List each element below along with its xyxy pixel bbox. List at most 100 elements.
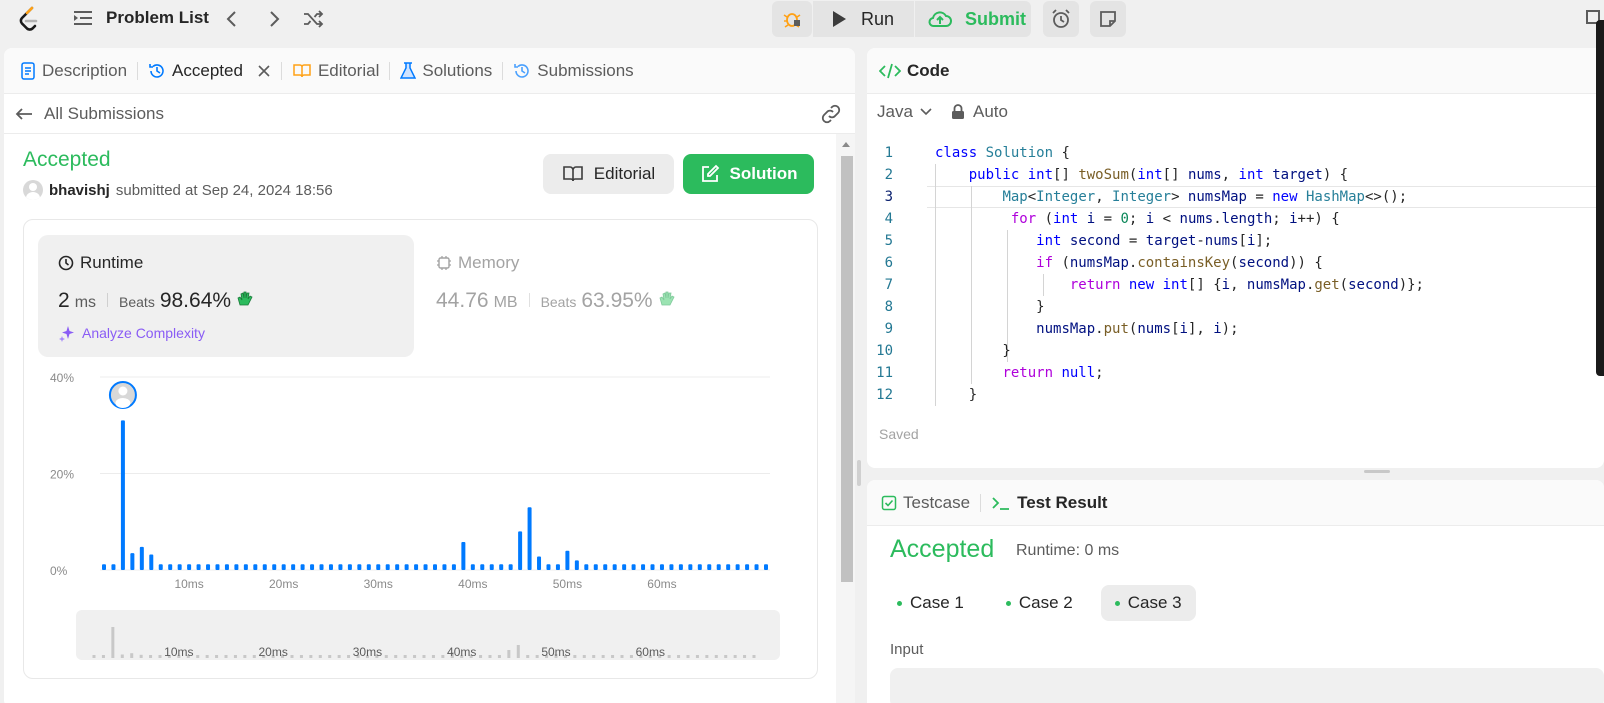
line-number: 5 xyxy=(884,233,893,249)
leetcode-logo[interactable] xyxy=(18,6,40,32)
chart-bar xyxy=(215,564,220,570)
line-number: 8 xyxy=(884,299,893,315)
memory-beats-label: Beats xyxy=(540,294,577,310)
editorial-button[interactable]: Editorial xyxy=(543,154,674,194)
lock-icon xyxy=(952,104,964,119)
clap-icon xyxy=(237,291,253,306)
problem-list-button[interactable]: Problem List xyxy=(72,8,209,28)
line-number: 2 xyxy=(884,167,893,183)
chart-bar xyxy=(631,564,636,570)
submission-status: Accepted xyxy=(23,148,111,171)
panel-resize-handle[interactable] xyxy=(1364,470,1390,473)
submit-button[interactable]: Submit xyxy=(915,1,1031,37)
navigator-bar xyxy=(516,645,520,658)
analyze-complexity-button[interactable]: Analyze Complexity xyxy=(58,324,205,342)
memory-box[interactable]: Memory 44.76 MB Beats 63.95% xyxy=(436,235,806,357)
chart-bar xyxy=(423,564,428,570)
code-line[interactable]: class Solution { xyxy=(935,142,1070,164)
close-icon[interactable] xyxy=(257,64,271,78)
prev-problem-button[interactable] xyxy=(225,9,239,29)
clock-icon xyxy=(58,255,74,271)
navigator-bar xyxy=(394,655,398,658)
code-line[interactable]: for (int i = 0; i < nums.length; i++) { xyxy=(935,208,1340,230)
input-box[interactable] xyxy=(890,668,1604,703)
chart-bar xyxy=(224,564,229,570)
tab-accepted[interactable]: Accepted xyxy=(138,48,281,94)
scrollbar-thumb[interactable] xyxy=(841,156,853,582)
tab-submissions[interactable]: Submissions xyxy=(503,48,643,94)
solution-button-label: Solution xyxy=(729,164,798,183)
code-line[interactable]: } xyxy=(935,296,1044,318)
next-problem-button[interactable] xyxy=(267,9,281,29)
chart-bar xyxy=(319,564,324,570)
run-button[interactable]: Run xyxy=(813,1,914,37)
chart-bar xyxy=(678,564,683,570)
code-line[interactable]: numsMap.put(nums[i], i); xyxy=(935,318,1238,340)
chart-bar xyxy=(357,564,362,570)
avatar-head xyxy=(118,386,128,396)
code-line[interactable]: public int[] twoSum(int[] nums, int targ… xyxy=(935,164,1348,186)
note-button[interactable] xyxy=(1090,1,1126,37)
tab-description[interactable]: Description xyxy=(10,48,137,94)
y-tick-label: 40% xyxy=(50,371,74,385)
code-line[interactable]: } xyxy=(935,340,1010,362)
solution-button[interactable]: Solution xyxy=(683,154,814,194)
navigator-bar xyxy=(705,655,709,658)
navigator-bar xyxy=(431,655,435,658)
case-1-button[interactable]: Case 1 xyxy=(883,585,978,621)
all-submissions-link[interactable]: All Submissions xyxy=(14,104,164,124)
random-problem-button[interactable] xyxy=(302,8,324,30)
avatar[interactable] xyxy=(23,180,43,200)
navigator-bar xyxy=(695,655,699,658)
debug-button[interactable] xyxy=(772,1,812,37)
chart-bar xyxy=(243,564,248,570)
line-number: 7 xyxy=(884,277,893,293)
submitter-info: bhavishj submitted at Sep 24, 2024 18:56 xyxy=(23,180,333,200)
chevron-right-icon xyxy=(270,11,280,27)
code-editor[interactable]: 1 2 3 4 5 6 7 8 9 10 11 12 class Solutio… xyxy=(867,142,1604,412)
code-line[interactable]: Map<Integer, Integer> numsMap = new Hash… xyxy=(935,186,1407,208)
chart-bar xyxy=(385,564,390,570)
timer-button[interactable] xyxy=(1043,1,1079,37)
navigator-bar xyxy=(677,655,681,658)
language-select[interactable]: Java xyxy=(877,102,933,122)
chart-bar xyxy=(622,564,627,570)
code-line[interactable]: } xyxy=(935,384,977,406)
user-position-marker[interactable] xyxy=(108,381,137,409)
auto-mode[interactable]: Auto xyxy=(951,102,1008,122)
navigator-bar xyxy=(215,655,219,658)
code-line[interactable]: int second = target-nums[i]; xyxy=(935,230,1272,252)
code-line[interactable]: return new int[] {i, numsMap.get(second)… xyxy=(935,274,1424,296)
input-label: Input xyxy=(890,641,924,658)
navigator-bar xyxy=(205,655,209,658)
scrollbar-track[interactable] xyxy=(836,134,855,703)
code-tab-bar: Code xyxy=(867,48,1604,94)
chart-bar xyxy=(262,564,267,570)
case-3-button[interactable]: Case 3 xyxy=(1100,585,1196,621)
chart-bar xyxy=(130,553,135,570)
navigator-bar xyxy=(92,655,96,658)
tab-editorial-label: Editorial xyxy=(317,60,380,80)
chart-bar xyxy=(480,564,485,570)
x-tick-label: 20ms xyxy=(269,577,298,591)
book-icon xyxy=(562,166,583,182)
tab-solutions[interactable]: Solutions xyxy=(390,48,502,94)
top-bar: Problem List Run Submit xyxy=(0,0,1604,40)
case-2-button[interactable]: Case 2 xyxy=(992,585,1087,621)
vertical-resize-handle[interactable] xyxy=(857,460,861,486)
runtime-distribution-chart[interactable]: 40% 20% 0% 10ms 20ms 30ms 40ms 50ms 60ms 10ms 20ms… xyxy=(24,360,817,670)
chart-bar xyxy=(291,564,296,570)
code-line[interactable]: return null; xyxy=(935,362,1103,384)
runtime-box[interactable]: Runtime 2 ms Beats 98.64% Analyze Comple… xyxy=(38,235,414,357)
scroll-up-icon[interactable] xyxy=(841,140,851,148)
link-icon[interactable] xyxy=(820,104,842,124)
navigator-bar xyxy=(224,655,228,658)
username[interactable]: bhavishj xyxy=(49,182,110,199)
tab-test-result[interactable]: Test Result xyxy=(981,480,1117,526)
tab-editorial[interactable]: Editorial xyxy=(282,48,389,94)
chevron-down-icon xyxy=(920,108,932,116)
chart-bar xyxy=(461,542,466,570)
tab-testcase[interactable]: Testcase xyxy=(871,480,980,526)
chart-bar xyxy=(716,564,721,570)
code-line[interactable]: if (numsMap.containsKey(second)) { xyxy=(935,252,1323,274)
